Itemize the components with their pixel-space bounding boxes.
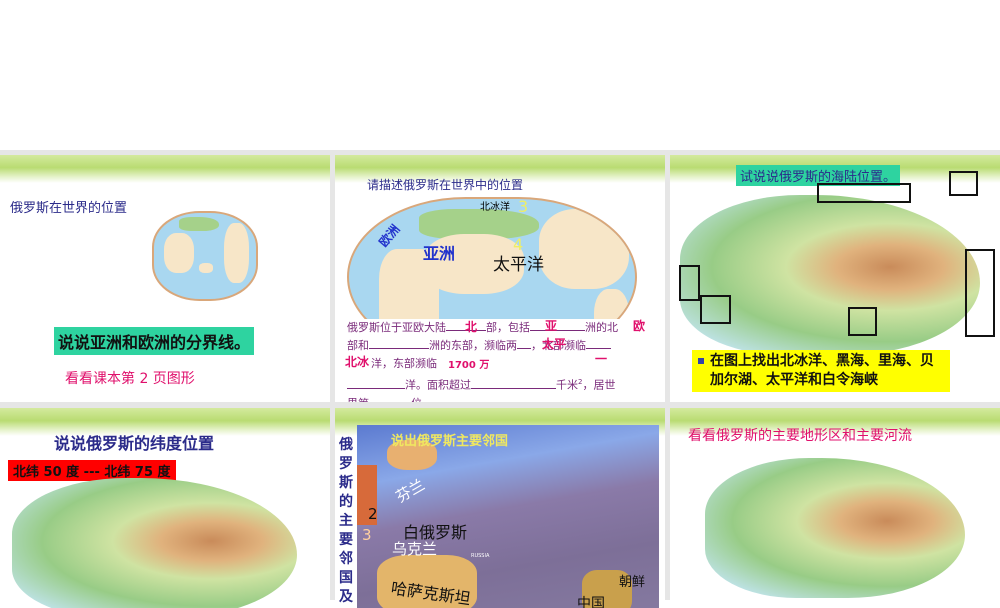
answer-text: 一	[595, 352, 608, 366]
slide-thumbnail-3[interactable]: 试说说俄罗斯的海陆位置。 在图上找出北冰洋、黑海、里海、贝加尔湖、太平洋和白令海…	[670, 155, 1000, 402]
slide-title: 俄罗斯在世界的位置	[10, 201, 128, 216]
text-part: 部，包括	[486, 321, 530, 334]
label-number-3: 3	[362, 526, 372, 544]
slide-header-band	[0, 155, 330, 183]
text-part: 洋，东部濒临	[371, 357, 437, 370]
slide-title: 说说俄罗斯的纬度位置	[54, 434, 215, 453]
answer-text: 北冰	[345, 355, 370, 369]
label-ukraine: 乌克兰	[392, 540, 438, 558]
answer-text: 1700 万	[448, 360, 490, 371]
slide-thumbnail-2[interactable]: 请描述俄罗斯在世界中的位置 北冰洋 3 欧洲 亚洲 4 太平洋 俄罗斯位于亚欧大…	[335, 155, 665, 402]
russia-map	[705, 458, 965, 598]
bullet-text: 在图上找出北冰洋、黑海、里海、贝加尔湖、太平洋和白令海峡	[710, 353, 934, 388]
label-pacific: 太平洋	[493, 255, 544, 275]
text-part: 位。	[411, 397, 433, 402]
highlight-arctic	[817, 183, 911, 203]
label-number-2: 2	[368, 505, 378, 523]
side-title: 俄罗斯的主要邻国及	[339, 437, 353, 605]
slide-title: 说出俄罗斯主要邻国	[391, 434, 509, 449]
highlight-black-sea	[700, 295, 731, 324]
highlight-baltic	[679, 265, 700, 301]
answer-text: 亚	[545, 319, 558, 333]
highlight-baikal	[848, 307, 877, 336]
text-part: 洲的北	[585, 321, 618, 334]
text-part: 俄罗斯位于亚欧大陆	[347, 321, 446, 334]
text-part: 千米	[556, 378, 578, 392]
text-part: ，居世	[582, 378, 616, 392]
text-part: 洋。面积超过	[405, 378, 471, 392]
bullet-icon	[698, 358, 704, 364]
slide-thumbnail-4[interactable]: 说说俄罗斯的纬度位置 北纬 50 度 --- 北纬 75 度	[0, 408, 330, 608]
slide-title: 看看俄罗斯的主要地形区和主要河流	[688, 428, 912, 444]
fill-in-text: 俄罗斯位于亚欧大陆 部，包括 洲的北 部和 洲的东部，濒临两 ，北部濒临 洋，东部濒临 …	[347, 319, 659, 402]
hint-text: 看看课本第 2 页图形	[65, 371, 195, 387]
text-part: 界第	[347, 397, 369, 402]
answer-text: 北	[465, 320, 478, 334]
bullet-box: 在图上找出北冰洋、黑海、里海、贝加尔湖、太平洋和白令海峡	[692, 350, 950, 392]
slide-thumbnail-1[interactable]: 俄罗斯在世界的位置 说说亚洲和欧洲的分界线。 看看课本第 2 页图形	[0, 155, 330, 402]
highlight-bering	[949, 171, 978, 196]
highlight-pacific	[965, 249, 995, 337]
slide-sorter: 俄罗斯在世界的位置 说说亚洲和欧洲的分界线。 看看课本第 2 页图形 请描述俄罗…	[0, 150, 1000, 608]
slide-thumbnail-5[interactable]: 俄罗斯的主要邻国及 说出俄罗斯主要邻国 芬兰 2 白俄罗斯 3 乌克兰 RUSS…	[335, 408, 665, 608]
text-part: 洲的东部，濒临两	[429, 339, 517, 352]
prompt-box: 说说亚洲和欧洲的分界线。	[54, 327, 255, 355]
label-russia: RUSSIA	[471, 553, 490, 559]
russia-map	[12, 478, 297, 608]
russia-map	[680, 195, 980, 355]
slide-title: 请描述俄罗斯在世界中的位置	[367, 178, 524, 192]
label-korea: 朝鲜	[619, 575, 646, 590]
label-china: 中国	[577, 596, 605, 608]
slide-thumbnail-6[interactable]: 看看俄罗斯的主要地形区和主要河流	[670, 408, 1000, 608]
world-map	[152, 211, 258, 301]
label-arctic-ocean: 北冰洋	[480, 202, 510, 213]
answer-text: 太平	[542, 337, 567, 351]
answer-text: 欧	[633, 319, 646, 333]
label-number-3: 3	[518, 197, 529, 216]
text-part: 部和	[347, 339, 369, 352]
label-asia: 亚洲	[423, 244, 456, 263]
